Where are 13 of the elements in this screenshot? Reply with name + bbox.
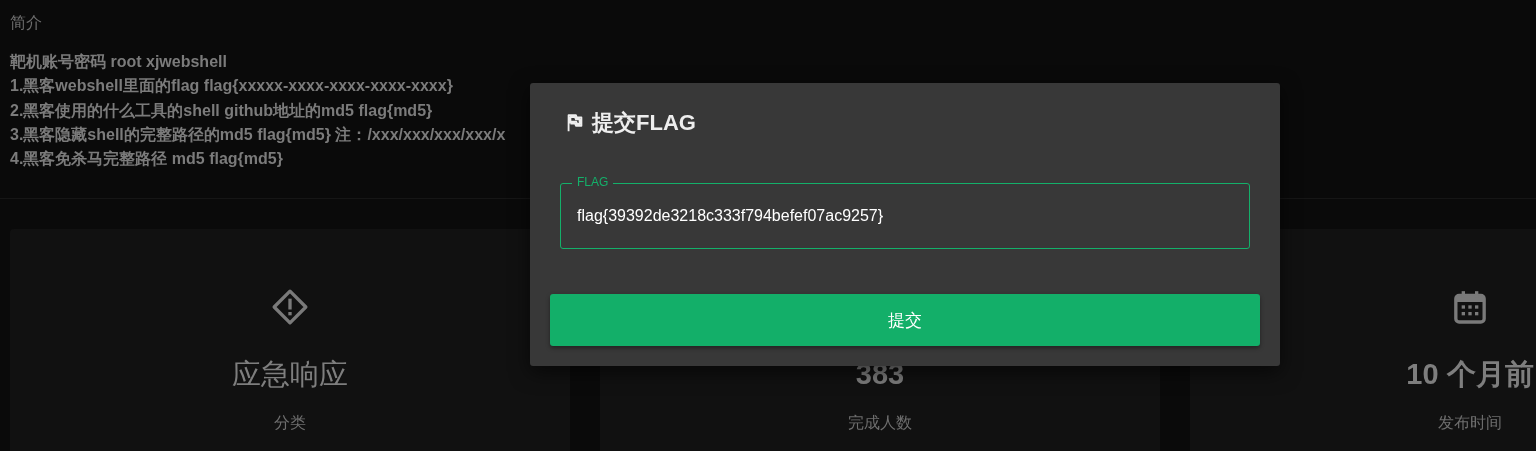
stat-label: 完成人数 <box>848 413 912 433</box>
description-line: 1.黑客webshell里面的flag flag{xxxxx-xxxx-xxxx-xxxx-xxxx} <box>10 77 453 95</box>
description-line: 4.黑客免杀马完整路径 md5 flag{md5} <box>10 150 283 168</box>
stat-label: 分类 <box>274 413 306 433</box>
description-line: 靶机账号密码 root xjwebshell <box>10 53 227 70</box>
stat-value: 10 个月前 <box>1406 357 1534 391</box>
dialog-title: 提交FLAG <box>592 109 696 137</box>
section-title: 简介 <box>10 13 43 33</box>
description-line: 2.黑客使用的什么工具的shell github地址的md5 flag{md5} <box>10 101 433 119</box>
stat-value: 应急响应 <box>232 357 348 391</box>
stat-label: 发布时间 <box>1438 413 1502 433</box>
description-line: 3.黑客隐藏shell的完整路径的md5 flag{md5} 注：/xxx/xxx/xxx/xxx/x <box>10 125 506 143</box>
warning-icon <box>270 287 310 327</box>
